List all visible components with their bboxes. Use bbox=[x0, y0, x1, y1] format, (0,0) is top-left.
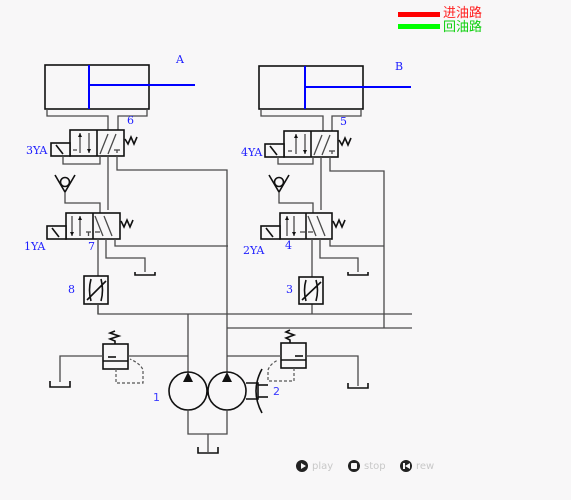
directional-valve-5[interactable]: 4YA bbox=[241, 130, 352, 159]
spring-icon bbox=[332, 217, 346, 230]
rewind-icon bbox=[400, 460, 412, 472]
throttle-3-label: 3 bbox=[286, 283, 293, 296]
play-label: play bbox=[312, 460, 334, 472]
directional-valve-4[interactable]: 2YA 4 bbox=[243, 212, 346, 257]
directional-valve-6[interactable]: 3YA bbox=[26, 129, 138, 157]
spring-icon bbox=[120, 217, 134, 230]
directional-valve-7[interactable]: 1YA 7 bbox=[24, 212, 134, 253]
spring-icon bbox=[284, 329, 297, 343]
check-valve-left bbox=[54, 174, 76, 201]
double-pump[interactable]: 1 2 bbox=[153, 368, 280, 414]
stop-icon bbox=[348, 460, 360, 472]
legend-label-return: 回油路 bbox=[443, 19, 482, 35]
valve-4-label: 4 bbox=[285, 239, 292, 252]
motor-coupling-icon bbox=[255, 368, 263, 414]
pump-1-label: 1 bbox=[153, 391, 160, 404]
play-button[interactable]: play bbox=[296, 460, 333, 472]
valve-5-label: 5 bbox=[340, 115, 347, 128]
solenoid-2ya-label: 2YA bbox=[243, 244, 265, 257]
solenoid-3ya-label: 3YA bbox=[26, 144, 48, 157]
legend: 进油路 回油路 bbox=[398, 5, 482, 35]
cylinder-a: A bbox=[44, 53, 195, 110]
check-valve-right bbox=[268, 174, 290, 201]
valve-7-label: 7 bbox=[88, 240, 95, 253]
play-icon bbox=[296, 460, 308, 472]
throttle-valve-3[interactable]: 3 bbox=[286, 276, 324, 305]
throttle-8-label: 8 bbox=[68, 283, 75, 296]
spring-icon bbox=[338, 135, 352, 148]
pump-2-label: 2 bbox=[273, 385, 280, 398]
rewind-label: rew bbox=[416, 460, 435, 472]
cylinder-a-label: A bbox=[175, 53, 185, 66]
rewind-button[interactable]: rew bbox=[400, 460, 434, 472]
tank-icon bbox=[134, 272, 156, 276]
legend-swatch-supply bbox=[398, 12, 440, 17]
hydraulic-circuit-diagram: 进油路 回油路 A 6 3YA 1YA 7 8 B 5 4YA 2YA 4 3 … bbox=[24, 5, 482, 454]
spring-icon bbox=[124, 134, 138, 147]
solenoid-4ya-label: 4YA bbox=[241, 146, 263, 159]
spring-icon bbox=[107, 330, 122, 344]
throttle-valve-8[interactable]: 8 bbox=[68, 275, 109, 305]
valve-6-label: 6 bbox=[127, 114, 134, 127]
legend-label-supply: 进油路 bbox=[443, 5, 482, 21]
solenoid-1ya-label: 1YA bbox=[24, 240, 46, 253]
tank-icon bbox=[347, 272, 369, 276]
cylinder-b: B bbox=[258, 60, 411, 110]
cylinder-b-label: B bbox=[395, 60, 403, 73]
relief-valve-left[interactable] bbox=[102, 330, 144, 384]
legend-swatch-return bbox=[398, 24, 440, 29]
stop-label: stop bbox=[364, 460, 386, 472]
stop-button[interactable]: stop bbox=[348, 460, 386, 472]
